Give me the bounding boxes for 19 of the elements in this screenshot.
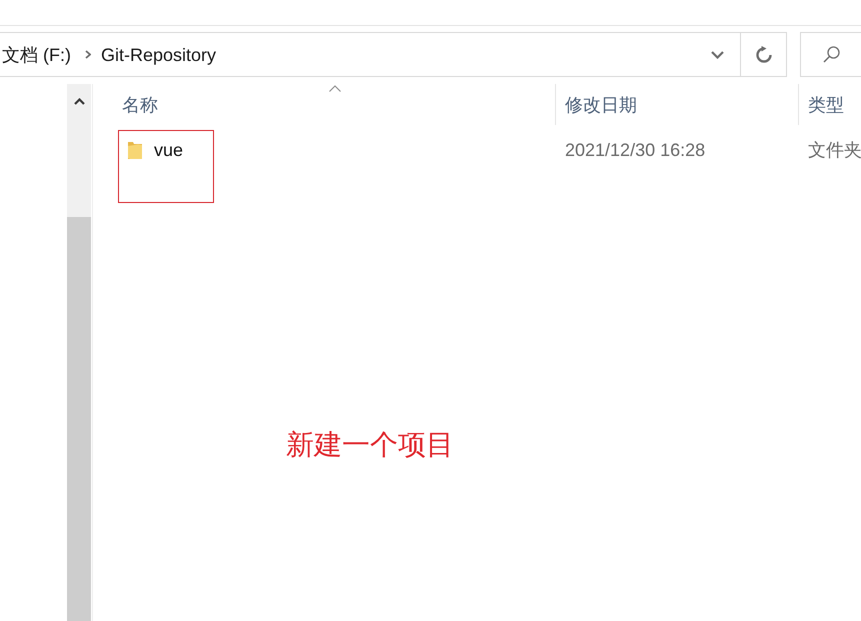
column-header[interactable]: 名称 (93, 84, 555, 125)
chevron-up-icon (74, 98, 84, 104)
annotation-text: 新建一个项目 (286, 428, 454, 462)
column-header[interactable]: 类型 (798, 84, 861, 125)
date-cell-text: 2021/12/30 16:28 (564, 138, 706, 162)
breadcrumb-item[interactable]: Git-Repository (101, 42, 216, 66)
file-name[interactable]: vue (154, 140, 184, 160)
search-icon (823, 46, 840, 63)
scrollbar-thumb[interactable] (67, 217, 91, 621)
folder-icon (127, 140, 143, 160)
type-cell-text: 文件夹 (807, 139, 861, 162)
address-bar[interactable]: 文档 (F:) Git-Repository (0, 32, 787, 77)
chevron-down-icon (710, 50, 724, 58)
search-field[interactable] (800, 32, 861, 77)
breadcrumb-item[interactable]: 文档 (F:) (2, 42, 71, 66)
scrollbar-track[interactable] (67, 84, 91, 621)
column-header[interactable]: 修改日期 (555, 84, 798, 125)
refresh-icon (754, 46, 772, 64)
chevron-right-icon (85, 50, 91, 59)
